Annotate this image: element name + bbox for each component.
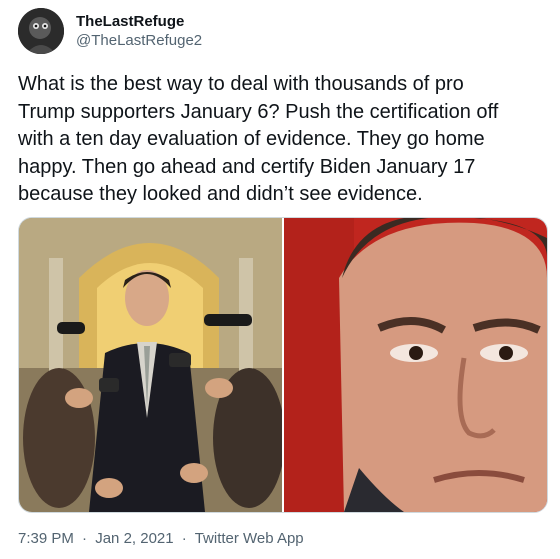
media-grid xyxy=(18,217,548,513)
author-handle[interactable]: @TheLastRefuge2 xyxy=(76,32,202,49)
tweet-text: What is the best way to deal with thousa… xyxy=(18,73,499,205)
avatar-image xyxy=(18,8,64,54)
photo-icon xyxy=(19,218,282,512)
tweet-time[interactable]: 7:39 PM xyxy=(18,530,74,547)
author-display-name[interactable]: TheLastRefuge xyxy=(76,13,184,30)
meta-separator: · xyxy=(181,530,187,547)
tweet-meta: 7:39 PM · Jan 2, 2021 · Twitter Web App xyxy=(18,530,308,547)
avatar[interactable] xyxy=(18,8,64,54)
tweet-date[interactable]: Jan 2, 2021 xyxy=(95,530,173,547)
meta-separator: · xyxy=(82,530,88,547)
photo-face-closeup[interactable] xyxy=(284,218,547,512)
tweet-source[interactable]: Twitter Web App xyxy=(195,530,304,547)
tweet-card: TheLastRefuge @TheLastRefuge2 What is th… xyxy=(0,0,560,559)
photo-icon xyxy=(284,218,547,512)
photo-press-scrum[interactable] xyxy=(19,218,282,512)
